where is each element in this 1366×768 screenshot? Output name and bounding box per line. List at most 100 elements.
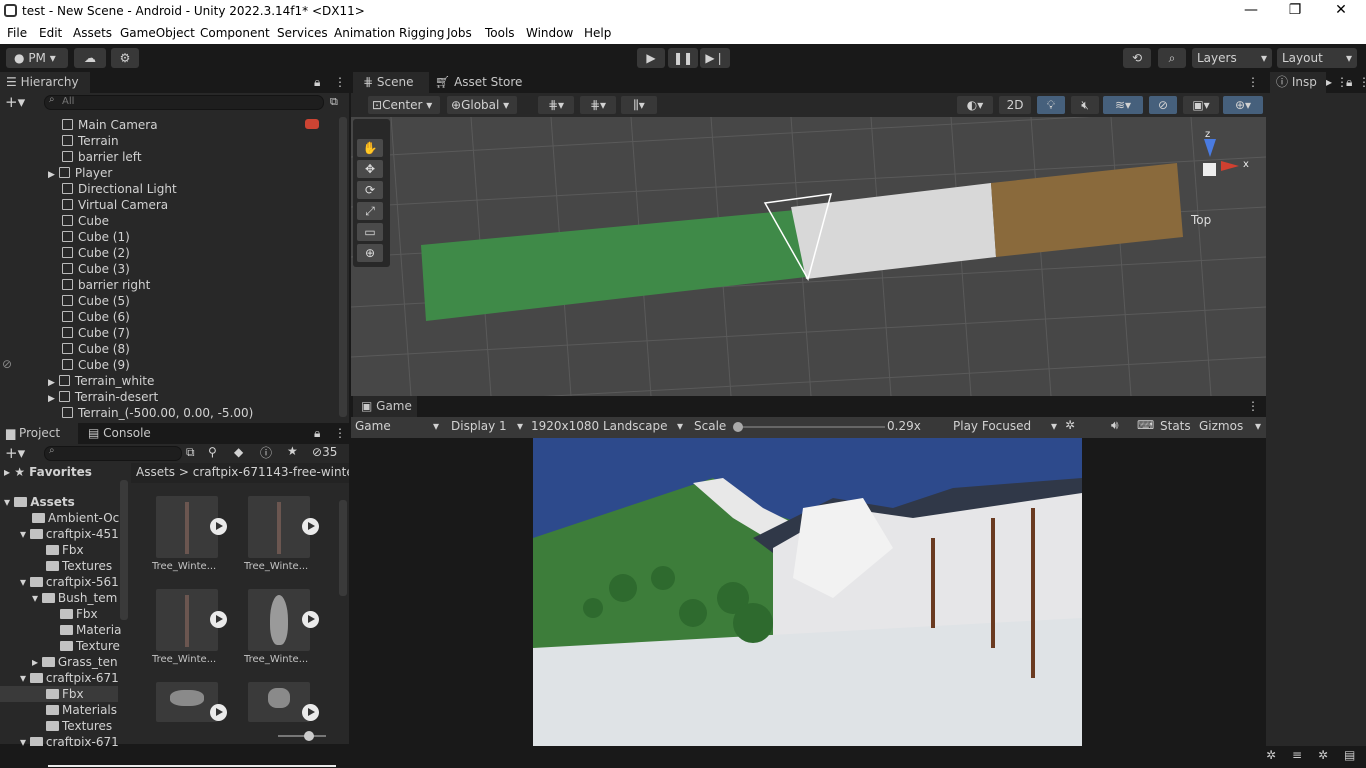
rotate-tool-icon[interactable]: ⟳ [357, 181, 383, 199]
list-item[interactable]: ▶ Terrain_white [48, 373, 154, 389]
assets-root[interactable]: ▾ Assets [4, 494, 75, 510]
space-global-dropdown[interactable]: ⊕Global ▾ [447, 96, 517, 114]
list-item[interactable]: Cube (6) [62, 309, 130, 325]
asset-thumbnail[interactable] [248, 682, 310, 722]
list-item[interactable]: Cube (3) [62, 261, 130, 277]
breadcrumb-assets[interactable]: Assets [136, 465, 175, 479]
menu-file[interactable]: File [7, 26, 27, 40]
asset-thumbnail[interactable] [156, 682, 218, 722]
notifications-icon[interactable]: ▤ [1344, 748, 1355, 762]
menu-services[interactable]: Services [277, 26, 328, 40]
play-mode-dropdown[interactable]: Play Focused ▾ [953, 419, 1057, 433]
lock-icon[interactable]: 🔒︎ [314, 426, 320, 441]
layers-dropdown[interactable]: Layers ▾ [1192, 48, 1272, 68]
move-tool-icon[interactable]: ✥ [357, 160, 383, 178]
tree-item[interactable]: Materia [60, 622, 121, 638]
play-button[interactable]: ▶ [637, 48, 665, 68]
tree-item[interactable]: Fbx [60, 606, 98, 622]
menu-jobs[interactable]: Jobs [447, 26, 472, 40]
toggle-2d-button[interactable]: 2D [999, 96, 1031, 114]
debug-mode-icon[interactable]: ✲ [1318, 748, 1328, 762]
cloud-button[interactable]: ☁ [74, 48, 106, 68]
minimize-button[interactable]: — [1228, 2, 1274, 18]
menu-animation-rigging[interactable]: Animation Rigging [334, 26, 444, 40]
add-icon[interactable]: +▾ [5, 93, 25, 111]
play-preview-icon[interactable] [210, 611, 227, 628]
tree-scrollbar[interactable] [120, 480, 128, 620]
label-filter-icon[interactable]: ◆ [234, 445, 243, 459]
tab-scene[interactable]: ⋕ Scene [353, 72, 429, 93]
list-item[interactable]: Cube (8) [62, 341, 130, 357]
scene-view[interactable]: ✋ ✥ ⟳ ⤢ ▭ ⊕ z x Top [351, 117, 1266, 396]
assets-scrollbar[interactable] [339, 500, 347, 596]
list-item[interactable]: Cube (7) [62, 325, 130, 341]
search-icon[interactable]: ⌕ [1158, 48, 1186, 68]
tab-hierarchy[interactable]: ☰ Hierarchy [0, 72, 90, 93]
hierarchy-search-input[interactable]: ⌕ All [44, 94, 324, 110]
gizmos-dropdown[interactable]: Gizmos ▾ [1199, 419, 1261, 433]
keyboard-icon[interactable]: ⌨ [1137, 418, 1154, 432]
list-item[interactable]: Cube (2) [62, 245, 130, 261]
grid-snap-button[interactable]: ⋕▾ [538, 96, 574, 114]
play-preview-icon[interactable] [210, 704, 227, 721]
asset-thumbnail[interactable] [156, 589, 218, 651]
add-icon[interactable]: +▾ [5, 444, 25, 462]
kebab-menu-icon[interactable]: ⋮ [1358, 75, 1366, 89]
tree-item[interactable]: Materials [46, 702, 117, 718]
increment-snap-button[interactable]: ⫼▾ [621, 96, 657, 114]
maximize-button[interactable]: ❐ [1272, 2, 1318, 18]
list-item[interactable]: ▶ Terrain-desert [48, 389, 158, 405]
close-button[interactable]: ✕ [1318, 2, 1364, 18]
menu-gameobject[interactable]: GameObject [120, 26, 195, 40]
list-item[interactable]: barrier left [62, 149, 142, 165]
step-button[interactable]: ▶❘ [700, 48, 730, 68]
list-item[interactable]: Directional Light [62, 181, 177, 197]
expand-arrow-icon[interactable]: ▶ [48, 378, 55, 388]
hand-tool-icon[interactable]: ✋ [357, 139, 383, 157]
gizmo-y-cone[interactable] [1204, 139, 1216, 157]
tab-scroll-arrow-icon[interactable]: ▸ [1326, 75, 1332, 89]
tree-item[interactable]: ▾ Bush_tem [32, 590, 117, 606]
tab-asset-store[interactable]: 🛒︎ Asset Store [435, 72, 545, 93]
scale-slider[interactable] [733, 422, 885, 432]
slider-handle[interactable] [733, 422, 743, 432]
search-by-type-icon[interactable]: ⧉ [186, 445, 195, 460]
tree-item[interactable]: Textures [46, 558, 112, 574]
gizmo-x-cone[interactable] [1221, 161, 1239, 171]
lock-icon-2[interactable]: 🔒︎ [1346, 75, 1352, 90]
tab-inspector[interactable]: ⓘ Insp [1270, 72, 1326, 93]
scale-tool-icon[interactable]: ⤢ [357, 202, 383, 220]
thumbnail-size-slider[interactable] [278, 731, 326, 741]
collab-gear-button[interactable]: ⚙ [111, 48, 139, 68]
kebab-menu-icon[interactable]: ⋮ [334, 426, 346, 440]
lighting-toggle-icon[interactable]: 💡︎ [1037, 96, 1065, 114]
tree-item[interactable]: Ambient-Oc [32, 510, 119, 526]
effects-toggle-icon[interactable]: ≋▾ [1103, 96, 1143, 114]
info-icon[interactable]: ⓘ [260, 444, 272, 461]
bug-icon[interactable]: ✲ [1065, 418, 1075, 432]
list-item[interactable]: Cube [62, 213, 109, 229]
rect-tool-icon[interactable]: ▭ [357, 223, 383, 241]
tree-item-selected[interactable]: Fbx [0, 686, 118, 702]
filter-type-icon[interactable]: ⚲ [208, 445, 217, 459]
tab-game[interactable]: ▣ Game [353, 396, 417, 417]
layout-dropdown[interactable]: Layout ▾ [1277, 48, 1357, 68]
asset-thumbnail[interactable] [248, 496, 310, 558]
game-view[interactable] [351, 438, 1266, 746]
tree-item[interactable]: Fbx [46, 542, 84, 558]
audio-toggle-icon[interactable]: 🔇︎ [1071, 96, 1099, 114]
scene-visibility-toggle-icon[interactable]: ⊘ [1149, 96, 1177, 114]
grid-visibility-button[interactable]: ⋕▾ [580, 96, 616, 114]
favorite-star-icon[interactable]: ★ [287, 444, 298, 458]
list-item[interactable]: Cube (1) [62, 229, 130, 245]
menu-tools[interactable]: Tools [485, 26, 515, 40]
list-item[interactable]: Virtual Camera [62, 197, 168, 213]
display-dropdown[interactable]: Display 1 ▾ [451, 419, 523, 433]
asset-thumbnail[interactable] [248, 589, 310, 651]
list-item[interactable]: Terrain_(-500.00, 0.00, -5.00) [62, 405, 253, 421]
resolution-dropdown[interactable]: 1920x1080 Landscape ▾ [531, 419, 683, 433]
kebab-menu-icon[interactable]: ⋮ [334, 75, 346, 89]
tab-project[interactable]: ▆ Project [0, 423, 78, 444]
expand-arrow-icon[interactable]: ▶ [48, 394, 55, 404]
list-item[interactable]: Main Camera [62, 117, 158, 133]
